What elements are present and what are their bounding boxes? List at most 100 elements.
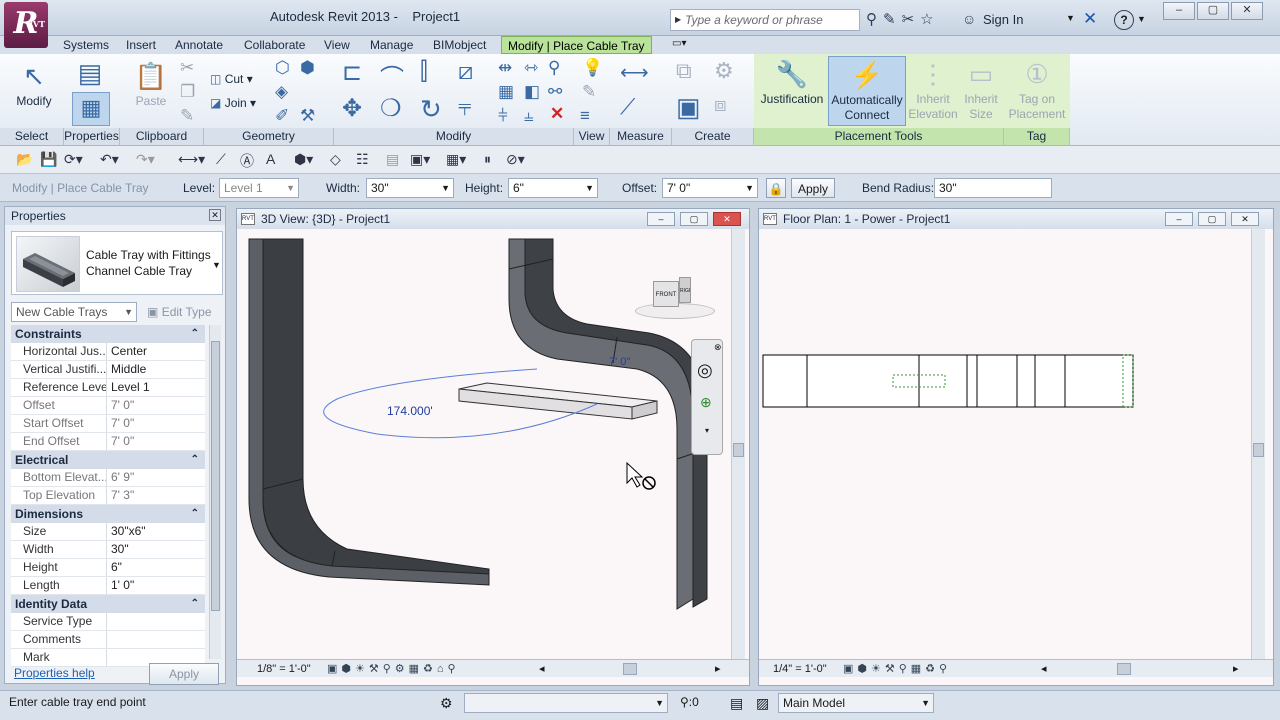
copy-icon[interactable]: ❐ — [180, 82, 195, 102]
lock-offset-button[interactable]: 🔒 — [766, 178, 786, 198]
bend-radius-input[interactable]: 30" — [934, 178, 1052, 198]
minimize-button[interactable]: – — [1163, 2, 1195, 20]
tab-view[interactable]: View — [324, 36, 350, 54]
align-icon[interactable]: ⊏ — [342, 58, 362, 87]
property-row[interactable]: Top Elevation 7' 3" — [11, 487, 205, 505]
split-gap-icon[interactable]: ⇿ — [524, 58, 538, 78]
scale-icon[interactable]: ◧ — [524, 82, 540, 102]
property-group-header[interactable]: Dimensions ⌃ — [11, 505, 205, 523]
property-row[interactable]: End Offset 7' 0" — [11, 433, 205, 451]
hscroll-left-icon[interactable]: ◂ — [539, 660, 545, 678]
collapse-group-icon[interactable]: ⌃ — [191, 505, 199, 523]
paint-icon[interactable]: ◈ — [275, 82, 288, 102]
demolish-icon[interactable]: ✐ — [275, 106, 289, 126]
properties-scroll-thumb[interactable] — [211, 341, 220, 611]
property-value[interactable]: Center — [107, 343, 205, 360]
floor-plan-minimize[interactable]: – — [1165, 212, 1193, 226]
tag-qat-icon[interactable]: Ⓐ — [240, 151, 254, 171]
property-value[interactable]: 7' 3" — [107, 487, 205, 504]
trim-extend-icon[interactable]: ⫩ — [498, 106, 508, 126]
property-group-header[interactable]: Constraints ⌃ — [11, 325, 205, 343]
expand-arrow-icon[interactable]: ▶ — [675, 10, 681, 30]
offset-dropdown[interactable]: 7' 0" ▼ — [662, 178, 758, 198]
design-option-dropdown[interactable]: ▼ — [464, 693, 668, 713]
pin-icon[interactable]: ⚲ — [548, 58, 560, 78]
unpin-icon[interactable]: ⚯ — [548, 82, 562, 102]
exchange-icon[interactable]: ✕ — [1083, 9, 1097, 29]
property-value[interactable]: 6' 9" — [107, 469, 205, 486]
view-3d-restore[interactable]: ▢ — [680, 212, 708, 226]
floor-plan-restore[interactable]: ▢ — [1198, 212, 1226, 226]
move-icon[interactable]: ✥ — [342, 94, 362, 123]
join-geometry-button[interactable]: ◪ Join ▾ — [210, 96, 256, 110]
viewcube-front[interactable]: FRONT — [653, 281, 679, 307]
delete-icon[interactable]: ✕ — [550, 104, 564, 124]
thin-lines-icon[interactable]: ☷ — [356, 151, 369, 168]
view-3d-control-icons[interactable]: ▣⬢☀⚒⚲⚙▦♻⌂⚲ — [327, 660, 460, 678]
height-dropdown[interactable]: 6" ▼ — [508, 178, 598, 198]
tools-icon[interactable]: ✂ — [902, 11, 921, 28]
property-row[interactable]: Comments — [11, 631, 205, 649]
properties-scrollbar[interactable] — [209, 325, 221, 659]
tab-insert[interactable]: Insert — [126, 36, 156, 54]
create-group-icon[interactable]: ⚙ — [714, 58, 734, 84]
property-value[interactable]: Middle — [107, 361, 205, 378]
key-icon[interactable]: ✎ — [883, 11, 902, 28]
worksharing-icon[interactable]: ⚙ — [440, 695, 453, 712]
split-face-icon[interactable]: ⬢ — [300, 58, 315, 78]
chevron-down-icon[interactable]: ▼ — [1066, 13, 1075, 23]
mirror-axis-icon[interactable]: ⫿ — [420, 58, 428, 86]
restrict-icon[interactable]: ⊘▾ — [506, 151, 525, 168]
sync-icon[interactable]: ⟳▾ — [64, 151, 83, 168]
tab-bimobject[interactable]: BIMobject — [433, 36, 486, 54]
modify-button[interactable]: ↖ Modify — [10, 58, 58, 109]
extend-icon[interactable]: ⫨ — [524, 106, 534, 126]
panel-select[interactable]: Select — [0, 128, 64, 145]
property-row[interactable]: Service Type — [11, 613, 205, 631]
collapse-group-icon[interactable]: ⌃ — [191, 325, 199, 343]
mirror-draw-icon[interactable]: ⧄ — [458, 58, 473, 86]
workset-icon[interactable]: ▨ — [756, 695, 769, 712]
property-row[interactable]: Vertical Justifi... Middle — [11, 361, 205, 379]
create-similar-icon[interactable]: ⧉ — [676, 58, 692, 84]
maximize-button[interactable]: ▢ — [1197, 2, 1229, 20]
split-icon[interactable]: ⇹ — [498, 58, 512, 78]
tab-modify-place-cable-tray[interactable]: Modify | Place Cable Tray — [501, 36, 652, 54]
view-3d-scale[interactable]: 1/8" = 1'-0" — [257, 660, 311, 678]
steering-wheel-icon[interactable]: ◎ — [697, 360, 713, 381]
properties-help-link[interactable]: Properties help — [14, 666, 95, 680]
floor-plan-hscroll-thumb[interactable] — [1117, 663, 1131, 675]
close-hidden-icon[interactable]: ▤ — [386, 151, 399, 168]
properties-apply-button[interactable]: Apply — [149, 663, 219, 685]
editing-requests-icon[interactable]: ▤ — [730, 695, 743, 712]
property-value[interactable] — [107, 613, 205, 630]
create-assembly-icon[interactable]: ▣ — [676, 92, 701, 123]
property-row[interactable]: Reference Level Level 1 — [11, 379, 205, 397]
view-3d-vscroll-thumb[interactable] — [733, 443, 744, 457]
sign-in-button[interactable]: Sign In — [983, 12, 1023, 27]
hammer-icon[interactable]: ⚒ — [300, 106, 315, 126]
property-row[interactable]: Length 1' 0" — [11, 577, 205, 595]
star-icon[interactable]: ☆ — [920, 11, 939, 28]
floor-plan-control-icons[interactable]: ▣⬢☀⚒⚲▦♻⚲ — [843, 660, 951, 678]
tab-systems[interactable]: Systems — [63, 36, 109, 54]
property-value[interactable]: 7' 0" — [107, 433, 205, 450]
view-list-icon[interactable]: ▦▾ — [446, 151, 466, 168]
inherit-elevation-button[interactable]: ⋮ Inherit Elevation — [908, 56, 958, 122]
rotate-icon[interactable]: ↻ — [420, 94, 442, 125]
edit-type-button[interactable]: ▣ Edit Type — [147, 302, 223, 322]
apply-offset-button[interactable]: Apply — [791, 178, 835, 198]
property-row[interactable]: Bottom Elevat... 6' 9" — [11, 469, 205, 487]
infocenter-icons[interactable]: ⚲✎✂☆ — [866, 10, 940, 28]
open-icon[interactable]: 📂 — [16, 151, 33, 168]
active-workset-dropdown[interactable]: Main Model ▼ — [778, 693, 934, 713]
aligned-dimension-icon[interactable]: ⟋ — [620, 94, 635, 120]
minimize-ribbon-icon[interactable]: ▭▾ — [672, 38, 686, 49]
hscroll-right-icon[interactable]: ▸ — [1233, 660, 1239, 678]
workset-icon[interactable]: ⏸ — [484, 151, 491, 168]
type-selector-dropdown-icon[interactable]: ▼ — [212, 260, 221, 270]
property-value[interactable]: 30" — [107, 541, 205, 558]
inherit-size-button[interactable]: ▭ Inherit Size — [958, 56, 1004, 122]
match-properties-icon[interactable]: ✎ — [180, 106, 194, 126]
viewcube[interactable]: FRONT RIGHT — [635, 273, 715, 321]
